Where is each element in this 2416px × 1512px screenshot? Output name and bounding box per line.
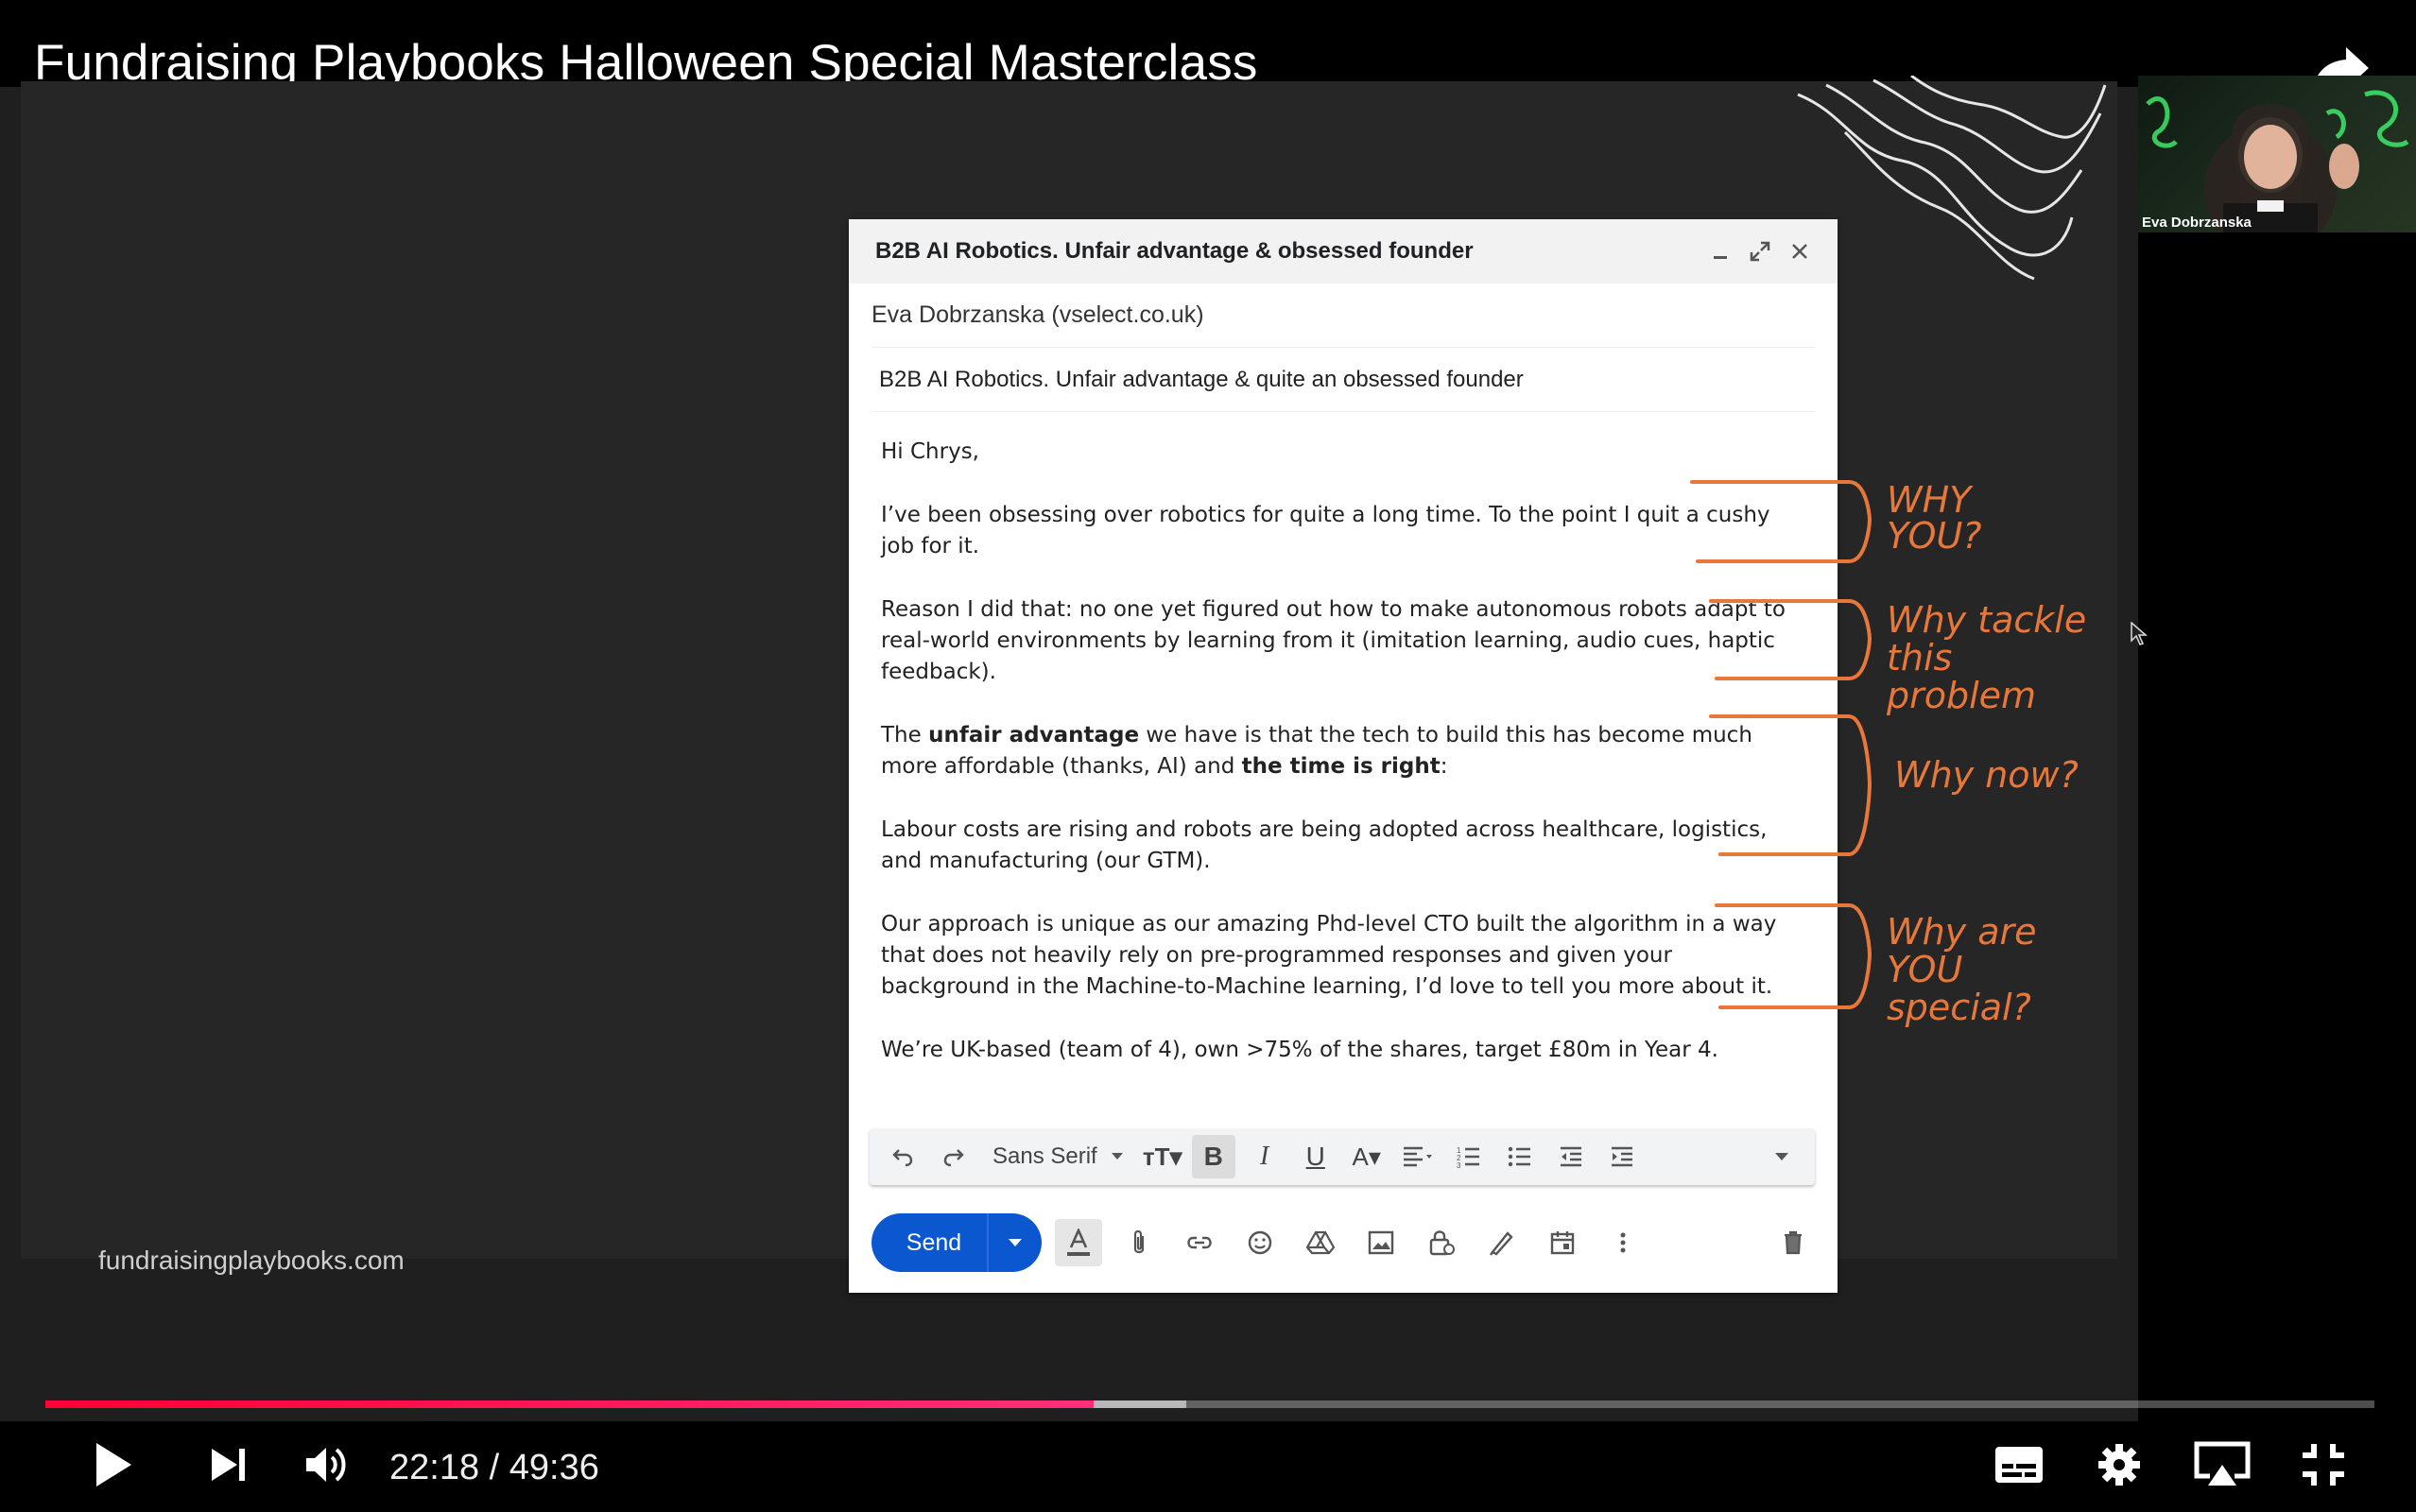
align-icon[interactable] bbox=[1396, 1135, 1440, 1178]
send-row: Send bbox=[871, 1211, 1817, 1274]
numbered-list-icon[interactable]: 123 bbox=[1447, 1135, 1491, 1178]
annotation-brackets bbox=[1690, 480, 1872, 1009]
paragraph-problem: Reason I did that: no one yet figured ou… bbox=[881, 597, 1786, 684]
bracket-why-special bbox=[1715, 903, 1872, 1009]
gear-icon bbox=[2098, 1444, 2140, 1486]
annotation-why-tackle: Why tackle this problem bbox=[1887, 599, 2087, 716]
paragraph-why-you: I’ve been obsessing over robotics for qu… bbox=[881, 503, 1770, 558]
svg-text:3: 3 bbox=[1457, 1161, 1461, 1168]
indent-less-icon[interactable] bbox=[1549, 1135, 1593, 1178]
next-icon bbox=[212, 1449, 245, 1481]
schedule-event-icon[interactable] bbox=[1539, 1219, 1586, 1266]
play-icon bbox=[96, 1443, 131, 1486]
underline-icon[interactable]: U bbox=[1294, 1135, 1337, 1178]
font-size-icon[interactable]: тT▾ bbox=[1141, 1135, 1184, 1178]
exit-fullscreen-icon bbox=[2303, 1444, 2344, 1486]
play-button[interactable] bbox=[83, 1435, 144, 1495]
annotation-why-special: Why are YOU special? bbox=[1887, 911, 2037, 1028]
exit-fullscreen-button[interactable] bbox=[2293, 1435, 2354, 1495]
annotation-why-now: Why now? bbox=[1894, 754, 2079, 796]
bold-icon[interactable]: B bbox=[1191, 1135, 1235, 1178]
discard-draft-icon[interactable] bbox=[1769, 1219, 1817, 1266]
more-options-icon[interactable] bbox=[1599, 1219, 1647, 1266]
redo-icon[interactable] bbox=[932, 1135, 975, 1178]
bold-time-is-right: the time is right bbox=[1241, 754, 1441, 779]
paragraph-unfair-advantage: The unfair advantage we have is that the… bbox=[881, 723, 1752, 779]
text-color-icon[interactable]: A▾ bbox=[1345, 1135, 1389, 1178]
formatting-toolbar: Sans Serif тT▾ B I U A▾ 123 bbox=[870, 1128, 1815, 1185]
attach-icon[interactable] bbox=[1115, 1219, 1163, 1266]
video-side-letterbox bbox=[2138, 87, 2416, 1421]
annotation-why-you: WHY YOU? bbox=[1887, 479, 1982, 557]
settings-button[interactable] bbox=[2089, 1435, 2149, 1495]
webcam-name-label: Eva Dobrzanska bbox=[2142, 215, 2252, 231]
player-controls: 22:18 / 49:36 bbox=[0, 1421, 2416, 1512]
subtitles-button[interactable] bbox=[1989, 1435, 2049, 1495]
webcam-tile: Eva Dobrzanska bbox=[2138, 76, 2416, 232]
volume-button[interactable] bbox=[297, 1435, 357, 1495]
site-url: fundraisingplaybooks.com bbox=[98, 1246, 405, 1275]
link-icon[interactable] bbox=[1176, 1219, 1223, 1266]
time-display: 22:18 / 49:36 bbox=[389, 1448, 599, 1488]
emoji-icon[interactable] bbox=[1236, 1219, 1284, 1266]
send-label: Send bbox=[906, 1228, 962, 1256]
from-field[interactable]: Eva Dobrzanska (vselect.co.uk) bbox=[871, 284, 1815, 348]
formatting-options-icon[interactable] bbox=[1055, 1219, 1102, 1266]
drive-icon[interactable] bbox=[1297, 1219, 1344, 1266]
italic-icon[interactable]: I bbox=[1243, 1135, 1286, 1178]
paragraph-market: Labour costs are rising and robots are b… bbox=[881, 817, 1768, 873]
subject-field[interactable]: B2B AI Robotics. Unfair advantage & quit… bbox=[871, 348, 1815, 412]
send-options-icon[interactable] bbox=[987, 1213, 1042, 1272]
volume-icon bbox=[306, 1448, 346, 1482]
send-button[interactable]: Send bbox=[871, 1213, 1042, 1272]
next-button[interactable] bbox=[198, 1435, 259, 1495]
airplay-button[interactable] bbox=[2189, 1435, 2255, 1495]
duration: 49:36 bbox=[509, 1448, 599, 1487]
font-select[interactable]: Sans Serif bbox=[983, 1143, 1133, 1170]
paragraph-company-facts: We’re UK-based (team of 4), own >75% of … bbox=[881, 1038, 1718, 1062]
bracket-why-you bbox=[1690, 480, 1872, 563]
bracket-why-tackle bbox=[1709, 599, 1872, 680]
bold-unfair-advantage: unfair advantage bbox=[928, 723, 1140, 747]
greeting: Hi Chrys, bbox=[881, 439, 979, 464]
indent-more-icon[interactable] bbox=[1600, 1135, 1644, 1178]
progress-played bbox=[45, 1400, 1094, 1408]
signature-icon[interactable] bbox=[1478, 1219, 1526, 1266]
bulleted-list-icon[interactable] bbox=[1498, 1135, 1542, 1178]
compose-window-title: B2B AI Robotics. Unfair advantage & obse… bbox=[875, 238, 1474, 264]
subtitles-icon bbox=[1995, 1447, 2043, 1483]
time-separator: / bbox=[489, 1448, 500, 1487]
minimize-icon[interactable] bbox=[1709, 240, 1732, 263]
compose-header: B2B AI Robotics. Unfair advantage & obse… bbox=[849, 219, 1838, 284]
bracket-why-now bbox=[1709, 714, 1872, 856]
insert-photo-icon[interactable] bbox=[1357, 1219, 1405, 1266]
undo-icon[interactable] bbox=[881, 1135, 924, 1178]
caret-down-icon bbox=[1111, 1153, 1123, 1160]
progress-bar[interactable] bbox=[45, 1400, 2374, 1408]
confidential-mode-icon[interactable] bbox=[1418, 1219, 1465, 1266]
close-icon[interactable] bbox=[1788, 240, 1811, 263]
more-formatting-icon[interactable] bbox=[1760, 1135, 1803, 1178]
airplay-icon bbox=[2194, 1441, 2251, 1486]
expand-icon[interactable] bbox=[1749, 240, 1771, 263]
current-time: 22:18 bbox=[389, 1448, 480, 1487]
paragraph-approach: Our approach is unique as our amazing Ph… bbox=[881, 912, 1777, 999]
mouse-cursor-icon bbox=[2131, 622, 2148, 645]
neon-sign-decoration bbox=[2146, 90, 2409, 232]
